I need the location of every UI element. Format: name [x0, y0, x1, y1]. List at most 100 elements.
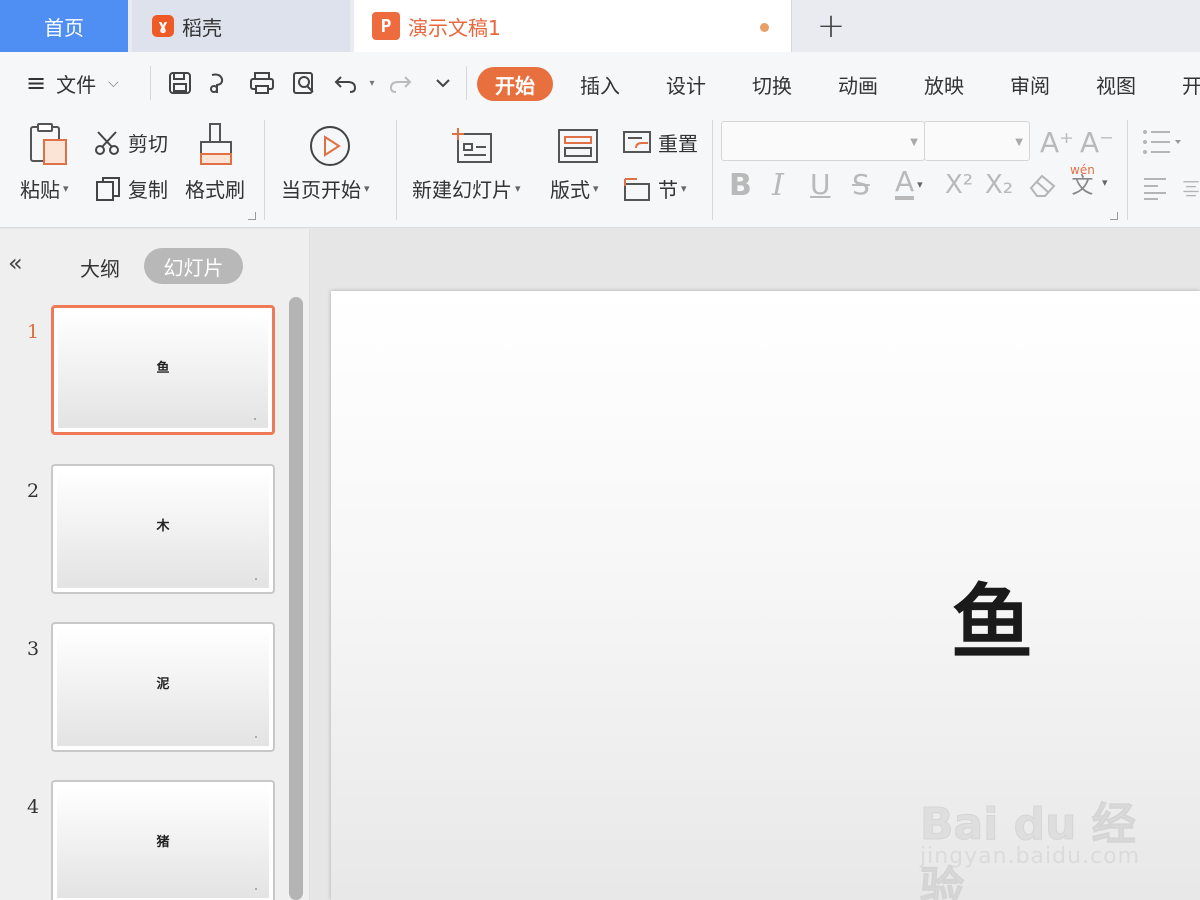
slide-thumbnail[interactable]: 猪 [51, 780, 275, 900]
reset-label: 重置 [658, 132, 698, 156]
slide-thumbnail-title: 木 [156, 519, 170, 534]
thumbnail-marker [255, 736, 257, 738]
new-tab-button[interactable]: + [812, 6, 850, 46]
tab-document[interactable]: P 演示文稿1 [354, 0, 792, 52]
tab-slides[interactable]: 幻灯片 [144, 248, 243, 284]
collapse-panel-icon[interactable]: « [8, 249, 23, 277]
font-size-select[interactable]: ▼ [924, 121, 1030, 161]
print-icon[interactable] [248, 69, 276, 97]
bullet-list-icon[interactable] [1142, 128, 1182, 156]
bold-button[interactable]: B [729, 168, 752, 203]
align-center-icon[interactable] [1182, 176, 1200, 200]
slide-thumbnail-row[interactable]: 2 木 [0, 464, 290, 596]
slide-title-text[interactable]: 鱼 [951, 556, 1033, 675]
paste-icon[interactable] [28, 122, 70, 166]
caret-down-icon: ▾ [917, 177, 923, 191]
section-button[interactable]: 节 ▾ [622, 174, 687, 203]
slide-thumbnail-title: 泥 [156, 677, 170, 692]
slide-thumbnail-row[interactable]: 1 鱼 [0, 305, 290, 437]
undo-icon[interactable] [332, 69, 360, 97]
export-icon[interactable] [206, 69, 234, 97]
slide-thumbnail-row[interactable]: 4 猪 [0, 780, 290, 900]
paste-button[interactable]: 粘贴 ▾ [20, 174, 69, 203]
cut-button[interactable]: 剪切 [94, 128, 168, 157]
shrink-font-button[interactable]: A⁻ [1080, 126, 1114, 159]
copy-button[interactable]: 复制 [94, 174, 168, 203]
thumbnail-marker [254, 418, 256, 420]
save-icon[interactable] [166, 69, 194, 97]
slide-thumbnail-canvas: 木 [57, 470, 269, 588]
font-name-select[interactable]: ▼ [721, 121, 925, 161]
ribbon-tab-design[interactable]: 设计 [666, 67, 706, 101]
layout-icon[interactable] [557, 128, 599, 164]
divider [712, 120, 713, 220]
baidu-jingyan-watermark: Bai du 经验 jingyan.baidu.com [920, 768, 1150, 900]
slide-thumbnail-canvas: 泥 [57, 628, 269, 746]
slide-thumbnail[interactable]: 木 [51, 464, 275, 594]
menu-row: ≡ 文件 ⌵ ▾ 开始 插入 设计 切换 动画 放映 审阅 视图 开 [0, 52, 1200, 114]
strikethrough-button[interactable]: S [852, 168, 870, 201]
ribbon-tab-start[interactable]: 开始 [477, 67, 553, 101]
divider [1127, 120, 1128, 220]
divider [396, 120, 397, 220]
tab-home[interactable]: 首页 [0, 0, 128, 52]
superscript-button[interactable]: X² [945, 170, 973, 200]
file-menu[interactable]: ≡ 文件 ⌵ [26, 52, 119, 114]
ribbon-tab-review[interactable]: 审阅 [1010, 67, 1050, 101]
play-circle-icon[interactable] [308, 124, 352, 168]
copy-icon [94, 175, 122, 203]
font-dialog-launcher-icon[interactable] [1110, 212, 1118, 220]
caret-down-icon: ▾ [364, 182, 370, 195]
undo-dropdown-icon[interactable]: ▾ [358, 69, 386, 97]
subscript-button[interactable]: X₂ [985, 170, 1013, 200]
font-color-label: A [895, 165, 915, 200]
slide-panel-scrollbar[interactable] [289, 297, 303, 900]
pinyin-guide-button[interactable]: wén 文 [1070, 164, 1095, 198]
font-color-button[interactable]: A ▾ [895, 168, 923, 200]
slide-thumbnail[interactable]: 泥 [51, 622, 275, 752]
tab-daoke[interactable]: ɣ 稻壳 [132, 0, 350, 52]
slide-panel: « 大纲 幻灯片 1 鱼 2 木 3 泥 4 猪 [0, 229, 310, 900]
caret-down-icon: ▾ [681, 182, 687, 195]
layout-label: 版式 [550, 178, 590, 202]
redo-icon[interactable] [386, 69, 414, 97]
ribbon: ≡ 文件 ⌵ ▾ 开始 插入 设计 切换 动画 放映 审阅 视图 开 粘贴 ▾ … [0, 52, 1200, 228]
eraser-icon[interactable] [1028, 172, 1058, 198]
ribbon-tab-transitions[interactable]: 切换 [752, 67, 792, 101]
ribbon-tab-insert[interactable]: 插入 [580, 67, 620, 101]
italic-button[interactable]: I [772, 168, 784, 203]
format-painter-button[interactable]: 格式刷 [185, 174, 245, 203]
thumbnail-marker [255, 578, 257, 580]
new-slide-button[interactable]: 新建幻灯片 ▾ [412, 174, 521, 203]
ribbon-tab-animations[interactable]: 动画 [838, 67, 878, 101]
start-from-current-button[interactable]: 当页开始 ▾ [281, 174, 370, 203]
slide-thumbnail-canvas: 猪 [57, 786, 269, 898]
reset-button[interactable]: 重置 [622, 128, 698, 157]
slide-thumbnail-canvas: 鱼 [58, 312, 268, 428]
caret-down-icon[interactable]: ▾ [1102, 176, 1108, 189]
grow-font-button[interactable]: A⁺ [1040, 126, 1074, 159]
ribbon-tab-slideshow[interactable]: 放映 [924, 67, 964, 101]
slide-thumbnail-row[interactable]: 3 泥 [0, 622, 290, 754]
slide-number: 3 [27, 638, 40, 660]
clipboard-dialog-launcher-icon[interactable] [248, 212, 256, 220]
print-preview-icon[interactable] [290, 69, 318, 97]
ribbon-tab-view[interactable]: 视图 [1096, 67, 1136, 101]
new-slide-icon[interactable] [452, 126, 494, 166]
slide-thumbnail-title: 猪 [156, 835, 170, 850]
customize-toolbar-icon[interactable] [429, 69, 457, 97]
layout-button[interactable]: 版式 ▾ [550, 174, 599, 203]
copy-label: 复制 [128, 178, 168, 202]
scissors-icon [94, 130, 122, 156]
daoke-logo-icon: ɣ [152, 15, 174, 37]
reset-icon [622, 130, 652, 156]
align-left-icon[interactable] [1142, 176, 1168, 200]
hamburger-icon: ≡ [26, 69, 47, 97]
tab-outline[interactable]: 大纲 [80, 253, 120, 282]
slide-thumbnail[interactable]: 鱼 [51, 305, 275, 435]
slide-number: 4 [27, 796, 40, 818]
slide-thumbnail-title: 鱼 [156, 361, 170, 376]
ribbon-tab-dev[interactable]: 开 [1182, 67, 1200, 101]
underline-button[interactable]: U [810, 168, 831, 201]
format-painter-icon[interactable] [196, 122, 236, 168]
